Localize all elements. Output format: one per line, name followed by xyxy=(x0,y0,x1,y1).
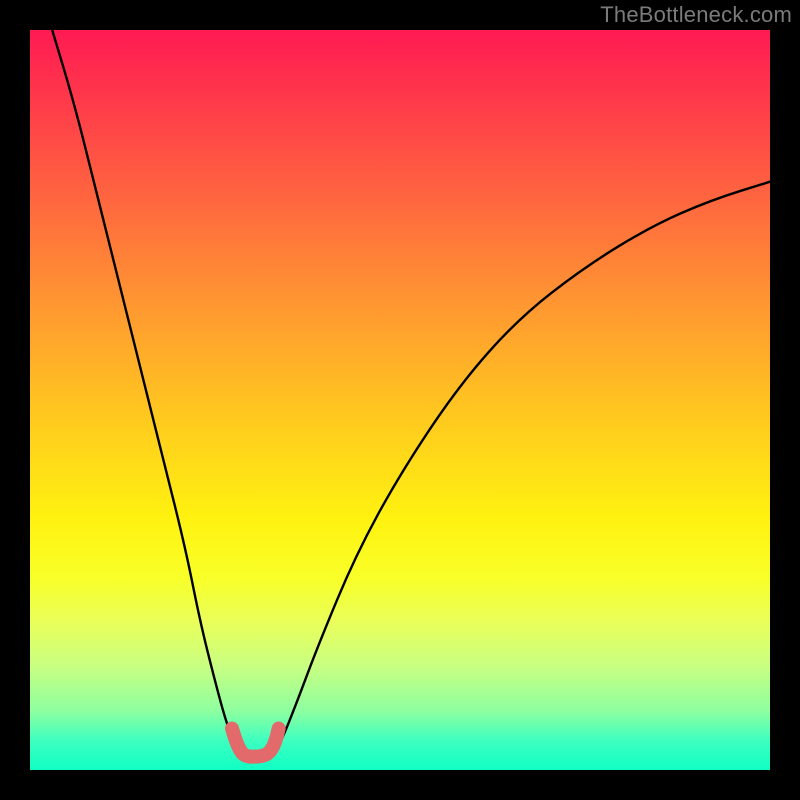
chart-svg xyxy=(30,30,770,770)
watermark-text: TheBottleneck.com xyxy=(600,2,792,28)
chart-frame: TheBottleneck.com xyxy=(0,0,800,800)
curve-trough-highlight xyxy=(232,729,279,757)
curve-right-branch xyxy=(271,182,771,756)
chart-plot-area xyxy=(30,30,770,770)
curve-left-branch xyxy=(52,30,248,755)
chart-series-group xyxy=(52,30,770,757)
